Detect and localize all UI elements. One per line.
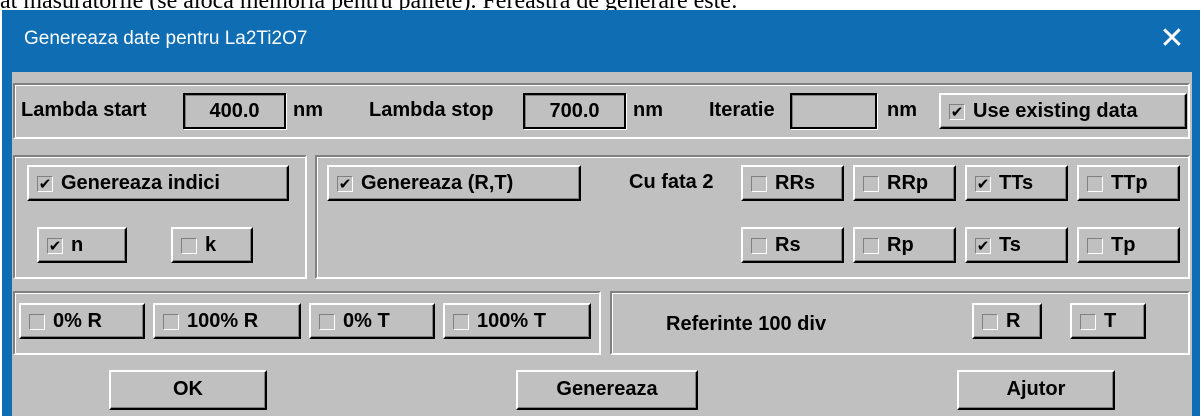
hundred-t-label: 100% T <box>477 310 546 332</box>
genereaza-rt-checkbox[interactable]: ✔ Genereaza (R,T) <box>327 165 581 201</box>
close-icon[interactable]: ✕ <box>1154 21 1190 57</box>
zero-t-label: 0% T <box>343 310 390 332</box>
iteratie-label: Iteratie <box>709 99 775 121</box>
calibration-group: 0% R 100% R 0% T 100% T <box>13 291 601 355</box>
references-group: Referinte 100 div R T <box>610 291 1190 355</box>
iteratie-field[interactable] <box>790 93 877 129</box>
ttp-checkbox[interactable]: TTp <box>1077 165 1180 201</box>
ts-label: Ts <box>999 234 1021 256</box>
tts-box: ✔ <box>975 175 991 193</box>
rs-checkbox[interactable]: Rs <box>741 227 844 263</box>
k-checkbox[interactable]: k <box>171 227 253 263</box>
range-group: Lambda start 400.0 nm Lambda stop 700.0 … <box>13 83 1190 139</box>
ref-t-checkbox[interactable]: T <box>1070 303 1146 339</box>
tp-box <box>1087 238 1103 254</box>
tp-label: Tp <box>1111 234 1136 256</box>
hundred-r-checkbox[interactable]: 100% R <box>153 303 301 339</box>
ttp-label: TTp <box>1111 172 1148 194</box>
k-label: k <box>205 234 217 256</box>
dialog-window: Genereaza date pentru La2Ti2O7 ✕ Lambda … <box>2 10 1200 416</box>
zero-r-box <box>29 314 45 330</box>
lambda-stop-field[interactable]: 700.0 <box>523 93 626 129</box>
ajutor-button[interactable]: Ajutor <box>957 370 1115 410</box>
rrp-box <box>863 176 879 192</box>
zero-t-checkbox[interactable]: 0% T <box>309 303 435 339</box>
genereaza-indici-checkbox[interactable]: ✔ Genereaza indici <box>27 165 289 201</box>
n-label: n <box>71 234 84 256</box>
hundred-t-box <box>453 314 469 330</box>
tp-checkbox[interactable]: Tp <box>1077 227 1180 263</box>
rrs-checkbox[interactable]: RRs <box>741 165 844 201</box>
hundred-r-box <box>163 314 179 330</box>
ok-button[interactable]: OK <box>109 370 267 410</box>
use-existing-data-box: ✔ <box>949 103 965 121</box>
rrs-box <box>751 176 767 192</box>
dialog-client: Lambda start 400.0 nm Lambda stop 700.0 … <box>12 72 1192 416</box>
genereaza-indici-label: Genereaza indici <box>61 172 220 194</box>
ts-checkbox[interactable]: ✔ Ts <box>965 227 1068 263</box>
n-checkbox[interactable]: ✔ n <box>37 227 127 263</box>
rp-checkbox[interactable]: Rp <box>853 227 956 263</box>
ttp-box <box>1087 176 1103 192</box>
tts-checkbox[interactable]: ✔ TTs <box>965 165 1068 201</box>
window-title: Genereaza date pentru La2Ti2O7 <box>24 28 308 49</box>
zero-r-checkbox[interactable]: 0% R <box>19 303 145 339</box>
rrp-checkbox[interactable]: RRp <box>853 165 956 201</box>
hundred-t-checkbox[interactable]: 100% T <box>443 303 591 339</box>
use-existing-data-checkbox[interactable]: ✔ Use existing data <box>939 93 1187 129</box>
rs-box <box>751 238 767 254</box>
lambda-stop-unit: nm <box>633 99 663 121</box>
use-existing-data-label: Use existing data <box>973 100 1138 122</box>
iteratie-unit: nm <box>887 99 917 121</box>
ref-r-box <box>982 314 998 330</box>
tts-label: TTs <box>999 172 1034 194</box>
rs-label: Rs <box>775 234 801 256</box>
cu-fata-label: Cu fata 2 <box>629 171 714 193</box>
genereaza-button[interactable]: Genereaza <box>516 370 698 410</box>
ts-box: ✔ <box>975 237 991 255</box>
rrs-label: RRs <box>775 172 816 194</box>
hundred-r-label: 100% R <box>187 310 259 332</box>
ref-r-checkbox[interactable]: R <box>972 303 1042 339</box>
ref-t-box <box>1080 314 1096 330</box>
referinte-label: Referinte 100 div <box>666 313 827 335</box>
genereaza-indici-box: ✔ <box>37 175 53 193</box>
indici-group: ✔ Genereaza indici ✔ n k <box>13 155 307 279</box>
rt-group: ✔ Genereaza (R,T) Cu fata 2 RRs RRp ✔ TT… <box>315 155 1190 279</box>
k-box <box>181 238 197 254</box>
rp-label: Rp <box>887 234 914 256</box>
lambda-stop-label: Lambda stop <box>369 99 494 121</box>
title-bar: Genereaza date pentru La2Ti2O7 ✕ <box>2 10 1200 68</box>
lambda-start-unit: nm <box>293 99 323 121</box>
lambda-start-field[interactable]: 400.0 <box>183 93 286 129</box>
zero-t-box <box>319 314 335 330</box>
lambda-start-label: Lambda start <box>21 99 147 121</box>
ref-t-label: T <box>1104 310 1117 332</box>
genereaza-rt-box: ✔ <box>337 175 353 193</box>
ref-r-label: R <box>1006 310 1021 332</box>
zero-r-label: 0% R <box>53 310 102 332</box>
n-box: ✔ <box>47 237 63 255</box>
rp-box <box>863 238 879 254</box>
rrp-label: RRp <box>887 172 929 194</box>
genereaza-rt-label: Genereaza (R,T) <box>361 172 514 194</box>
